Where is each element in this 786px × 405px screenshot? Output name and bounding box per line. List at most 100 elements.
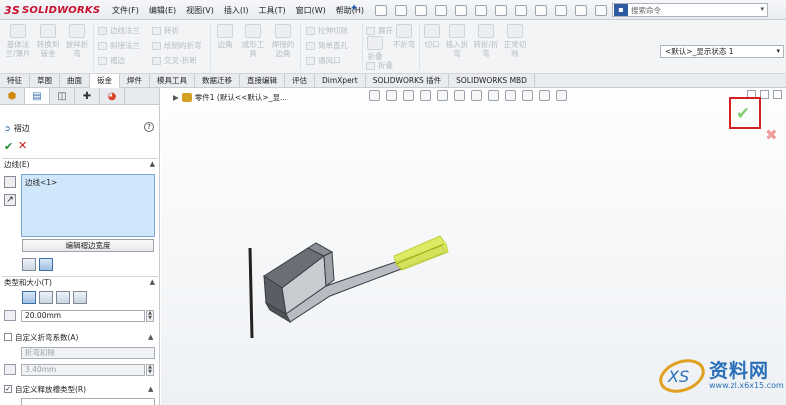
view-settings-icon[interactable] xyxy=(539,90,550,101)
tab-mold-tools[interactable]: 模具工具 xyxy=(150,74,195,88)
tab-sketch[interactable]: 草图 xyxy=(30,74,60,88)
print-icon[interactable] xyxy=(455,4,467,16)
ok-button[interactable]: ✔ xyxy=(4,140,13,153)
ribbon-fold[interactable]: 折叠 xyxy=(366,60,393,71)
tab-evaluate[interactable]: 评估 xyxy=(285,74,315,88)
material-inside-button[interactable] xyxy=(22,258,36,271)
ribbon-edge-flange[interactable]: 边线法兰 xyxy=(98,25,140,36)
section-view-icon[interactable] xyxy=(420,90,431,101)
edge-list-item[interactable]: 边线<1> xyxy=(25,178,57,187)
bend-deduction-field[interactable]: 3.40mm xyxy=(21,364,145,376)
relief-type-select[interactable] xyxy=(21,398,155,405)
ribbon-base-flange[interactable]: 基体法兰/薄片 xyxy=(4,24,32,58)
menu-window[interactable]: 窗口(W) xyxy=(296,5,326,16)
feature-manager-tab[interactable]: ⬢ xyxy=(0,88,25,104)
pin-icon[interactable]: ✦ xyxy=(350,3,358,14)
undo-icon[interactable] xyxy=(475,4,487,16)
ribbon-rip[interactable]: 切口 xyxy=(422,24,442,49)
bend-outside-button[interactable] xyxy=(39,258,53,271)
select-icon[interactable] xyxy=(495,4,507,16)
hide-show-icon[interactable] xyxy=(488,90,499,101)
tab-sheet-metal[interactable]: 钣金 xyxy=(90,74,120,88)
ribbon-normal-cut[interactable]: 正常切除 xyxy=(502,24,528,58)
ribbon-convert-to-sheet-metal[interactable]: 转换到钣金 xyxy=(34,24,62,58)
menu-edit[interactable]: 编辑(E) xyxy=(149,5,176,16)
more-icon[interactable] xyxy=(595,4,607,16)
hem-tear-drop-button[interactable] xyxy=(56,291,70,304)
help-icon[interactable]: ? xyxy=(144,122,154,132)
section-edges-header[interactable]: 边线(E) ▲ xyxy=(2,158,158,169)
confirm-cancel-icon[interactable]: ✖ xyxy=(765,126,778,144)
property-manager-tab[interactable]: ▤ xyxy=(25,88,50,104)
zoom-area-icon[interactable] xyxy=(386,90,397,101)
bend-allowance-type-select[interactable]: 折弯扣除 xyxy=(21,347,155,359)
tab-dimxpert[interactable]: DimXpert xyxy=(315,74,366,88)
bend-deduction-spinner[interactable]: ▲ ▼ xyxy=(146,364,154,376)
flyout-feature-tree[interactable]: ▶ 零件1 (默认<<默认>_显... xyxy=(173,92,287,103)
close-icon[interactable] xyxy=(773,90,782,99)
menu-file[interactable]: 文件(F) xyxy=(112,5,139,16)
sheet-metal-model[interactable] xyxy=(246,208,476,348)
tab-data-migration[interactable]: 数据迁移 xyxy=(195,74,240,88)
previous-view-icon[interactable] xyxy=(403,90,414,101)
search-input[interactable]: 搜索命令 xyxy=(631,5,661,16)
gear-icon[interactable] xyxy=(575,4,587,16)
display-manager-tab[interactable]: ◕ xyxy=(100,88,125,104)
configuration-manager-tab[interactable]: ◫ xyxy=(50,88,75,104)
expand-arrow-icon[interactable]: ▶ xyxy=(173,93,179,102)
ribbon-insert-bends[interactable]: 插入折弯 xyxy=(444,24,470,58)
home-icon[interactable] xyxy=(375,4,387,16)
confirm-ok-icon[interactable]: ✔ xyxy=(736,104,750,124)
menu-tools[interactable]: 工具(T) xyxy=(258,5,285,16)
open-icon[interactable] xyxy=(415,4,427,16)
save-icon[interactable] xyxy=(435,4,447,16)
length-spinner[interactable]: ▲ ▼ xyxy=(146,310,154,322)
tab-features[interactable]: 特征 xyxy=(0,74,30,88)
search-commands[interactable]: ▪ 搜索命令 ▾ xyxy=(612,3,768,17)
tab-addins[interactable]: SOLIDWORKS 插件 xyxy=(366,74,450,88)
dynamic-annotation-icon[interactable] xyxy=(437,90,448,101)
tab-mbd[interactable]: SOLIDWORKS MBD xyxy=(449,74,535,88)
display-state-dropdown[interactable]: <默认>_显示状态 1 ▾ xyxy=(660,45,784,58)
ribbon-miter-flange[interactable]: 斜接法兰 xyxy=(98,40,140,51)
ribbon-no-bends[interactable]: 不折弯 xyxy=(392,24,416,49)
ribbon-cross-break[interactable]: 交叉-折断 xyxy=(152,55,197,66)
ribbon-forming-tool[interactable]: 成形工具 xyxy=(240,24,266,58)
menu-insert[interactable]: 插入(I) xyxy=(224,5,249,16)
section-type-size-header[interactable]: 类型和大小(T) ▲ xyxy=(2,276,158,287)
custom-bend-allowance-checkbox[interactable] xyxy=(4,333,12,341)
graphics-area[interactable]: ▶ 零件1 (默认<<默认>_显... ✔ ✖ XS 资料网 www.zl.x6… xyxy=(161,88,786,405)
dimxpert-manager-tab[interactable]: ✚ xyxy=(75,88,100,104)
view-orientation-icon[interactable] xyxy=(454,90,465,101)
apply-scene-icon[interactable] xyxy=(522,90,533,101)
ribbon-welded-corner[interactable]: 焊接的边角 xyxy=(270,24,296,58)
ribbon-jog[interactable]: 转折 xyxy=(152,25,179,36)
display-style-icon[interactable] xyxy=(471,90,482,101)
hem-open-button[interactable] xyxy=(39,291,53,304)
ribbon-hem[interactable]: 褶边 xyxy=(98,55,125,66)
cancel-button[interactable]: ✕ xyxy=(18,139,27,152)
menu-view[interactable]: 视图(V) xyxy=(186,5,214,16)
zoom-to-fit-icon[interactable] xyxy=(369,90,380,101)
ribbon-vent[interactable]: 通风口 xyxy=(306,55,341,66)
reverse-direction-icon[interactable]: ↗ xyxy=(4,194,16,206)
solidworks-logo[interactable]: 3S SOLIDWORKS xyxy=(4,3,100,17)
file-properties-icon[interactable] xyxy=(535,4,547,16)
chevron-up-icon[interactable]: ▲ xyxy=(148,385,153,393)
ribbon-unfold[interactable]: 展开 xyxy=(366,25,393,36)
chevron-down-icon[interactable]: ▾ xyxy=(760,5,764,13)
new-icon[interactable] xyxy=(395,4,407,16)
ribbon-lofted-bend[interactable]: 放样折弯 xyxy=(64,24,90,58)
ribbon-sketched-bend[interactable]: 绘制的折弯 xyxy=(152,40,202,51)
chevron-up-icon[interactable]: ▲ xyxy=(148,333,153,341)
tab-weldments[interactable]: 焊件 xyxy=(120,74,150,88)
tab-surfaces[interactable]: 曲面 xyxy=(60,74,90,88)
options-icon[interactable] xyxy=(555,4,567,16)
tab-direct-editing[interactable]: 直接编辑 xyxy=(240,74,285,88)
edges-selection-box[interactable]: 边线<1> xyxy=(21,174,155,237)
ribbon-extruded-cut[interactable]: 拉伸切除 xyxy=(306,25,348,36)
edit-hem-width-button[interactable]: 编辑褶边宽度 xyxy=(22,239,154,252)
rebuild-icon[interactable] xyxy=(515,4,527,16)
custom-relief-checkbox[interactable]: ✓ xyxy=(4,385,12,393)
ribbon-corners[interactable]: 边角 xyxy=(214,24,236,49)
